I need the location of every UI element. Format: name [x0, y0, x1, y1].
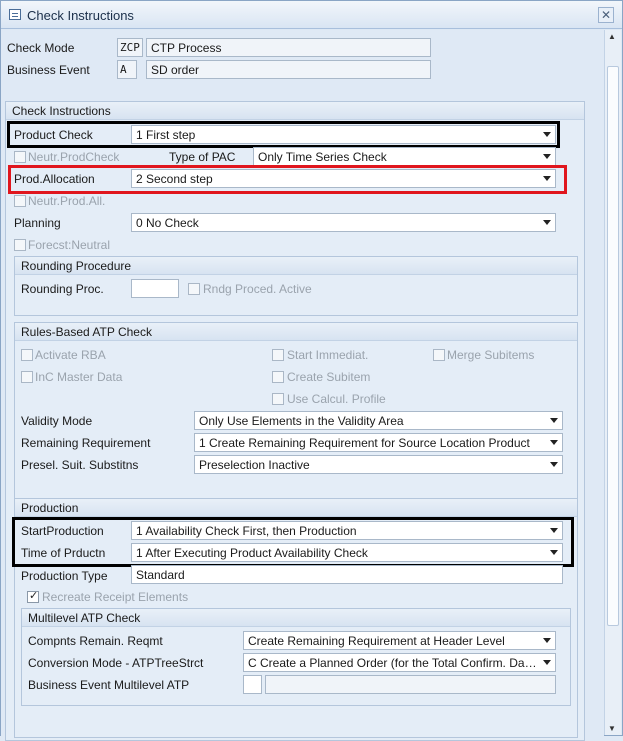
neutr-prod-all-checkbox[interactable] [14, 195, 26, 207]
production-group-title: Production [15, 499, 577, 517]
activate-rba-label: Activate RBA [35, 348, 106, 362]
recreate-receipt-elements-label: Recreate Receipt Elements [42, 590, 189, 604]
presel-suit-substitns-dropdown[interactable]: Preselection Inactive [194, 455, 563, 474]
business-event-multilevel-description [265, 675, 556, 694]
type-of-pac-value: Only Time Series Check [258, 150, 387, 164]
production-type-value: Standard [136, 568, 185, 582]
presel-suit-substitns-value: Preselection Inactive [199, 458, 310, 472]
presel-suit-substitns-label: Presel. Suit. Substitns [21, 458, 139, 472]
start-immediat-label: Start Immediat. [287, 348, 369, 362]
merge-subitems-label: Merge Subitems [447, 348, 535, 362]
chevron-down-icon [543, 220, 551, 225]
create-subitem-label: Create Subitem [287, 370, 371, 384]
business-event-multilevel-label: Business Event Multilevel ATP [28, 678, 190, 692]
scrollbar-thumb[interactable] [607, 66, 619, 626]
activate-rba-checkbox[interactable] [21, 349, 33, 361]
rounding-proc-input[interactable] [131, 279, 179, 298]
chevron-down-icon [543, 638, 551, 643]
neutr-prodcheck-label: Neutr.ProdCheck [28, 150, 120, 164]
planning-dropdown[interactable]: 0 No Check [131, 213, 556, 232]
rndg-proced-active-label: Rndg Proced. Active [203, 282, 312, 296]
rba-group-title: Rules-Based ATP Check [15, 323, 577, 341]
highlight-box-production [12, 517, 574, 567]
forecst-neutral-label: Forecst:Neutral [28, 238, 111, 252]
check-mode-label: Check Mode [7, 41, 75, 55]
check-instructions-group-title: Check Instructions [6, 102, 584, 120]
chevron-down-icon [550, 440, 558, 445]
chevron-down-icon [550, 418, 558, 423]
forecst-neutral-checkbox[interactable] [14, 239, 26, 251]
highlight-box-product-check [7, 121, 560, 148]
use-calcul-profile-checkbox[interactable] [272, 393, 284, 405]
compnts-remain-reqmt-label: Compnts Remain. Reqmt [28, 634, 163, 648]
validity-mode-dropdown[interactable]: Only Use Elements in the Validity Area [194, 411, 563, 430]
business-event-description: SD order [146, 60, 431, 79]
production-type-dropdown[interactable]: Standard [131, 565, 563, 584]
multilevel-atp-title: Multilevel ATP Check [22, 609, 570, 627]
production-type-label: Production Type [21, 569, 108, 583]
scroll-down-arrow-icon[interactable]: ▼ [608, 724, 616, 733]
highlight-box-prod-allocation [8, 165, 567, 194]
planning-label: Planning [14, 216, 61, 230]
business-event-label: Business Event [7, 63, 90, 77]
title-bar: Check Instructions ✕ [1, 1, 622, 29]
start-immediat-checkbox[interactable] [272, 349, 284, 361]
close-button[interactable]: ✕ [598, 7, 614, 23]
neutr-prodcheck-checkbox[interactable] [14, 151, 26, 163]
rndg-proced-active-checkbox[interactable] [188, 283, 200, 295]
conversion-mode-label: Conversion Mode - ATPTreeStrct [28, 656, 204, 670]
validity-mode-value: Only Use Elements in the Validity Area [199, 414, 404, 428]
rounding-procedure-title: Rounding Procedure [15, 257, 577, 275]
planning-value: 0 No Check [136, 216, 199, 230]
chevron-down-icon [550, 462, 558, 467]
chevron-down-icon [543, 660, 551, 665]
conversion-mode-dropdown[interactable]: C Create a Planned Order (for the Total … [243, 653, 556, 672]
window-title: Check Instructions [27, 8, 134, 23]
create-subitem-checkbox[interactable] [272, 371, 284, 383]
inc-master-data-checkbox[interactable] [21, 371, 33, 383]
check-instructions-dialog: Check Instructions ✕ Check Mode ZCP CTP … [0, 0, 623, 741]
remaining-requirement-value: 1 Create Remaining Requirement for Sourc… [199, 436, 530, 450]
recreate-receipt-elements-checkbox[interactable] [27, 589, 39, 603]
merge-subitems-checkbox[interactable] [433, 349, 445, 361]
remaining-requirement-label: Remaining Requirement [21, 436, 151, 450]
type-of-pac-label: Type of PAC [169, 150, 236, 164]
type-of-pac-dropdown[interactable]: Only Time Series Check [253, 147, 556, 166]
check-mode-code: ZCP [117, 38, 143, 57]
conversion-mode-value: C Create a Planned Order (for the Total … [248, 656, 537, 670]
business-event-multilevel-code-input[interactable] [243, 675, 262, 694]
scroll-up-arrow-icon[interactable]: ▲ [608, 32, 616, 41]
inc-master-data-label: InC Master Data [35, 370, 123, 384]
compnts-remain-reqmt-value: Create Remaining Requirement at Header L… [248, 634, 505, 648]
content-area: Check Mode ZCP CTP Process Business Even… [1, 30, 604, 741]
business-event-code: A [117, 60, 137, 79]
validity-mode-label: Validity Mode [21, 414, 93, 428]
remaining-requirement-dropdown[interactable]: 1 Create Remaining Requirement for Sourc… [194, 433, 563, 452]
compnts-remain-reqmt-dropdown[interactable]: Create Remaining Requirement at Header L… [243, 631, 556, 650]
use-calcul-profile-label: Use Calcul. Profile [287, 392, 386, 406]
rounding-proc-label: Rounding Proc. [21, 282, 104, 296]
check-mode-description: CTP Process [146, 38, 431, 57]
neutr-prod-all-label: Neutr.Prod.All. [28, 194, 106, 208]
chevron-down-icon [543, 154, 551, 159]
edit-window-icon [9, 9, 21, 20]
vertical-scrollbar[interactable]: ▲ ▼ [604, 30, 621, 735]
